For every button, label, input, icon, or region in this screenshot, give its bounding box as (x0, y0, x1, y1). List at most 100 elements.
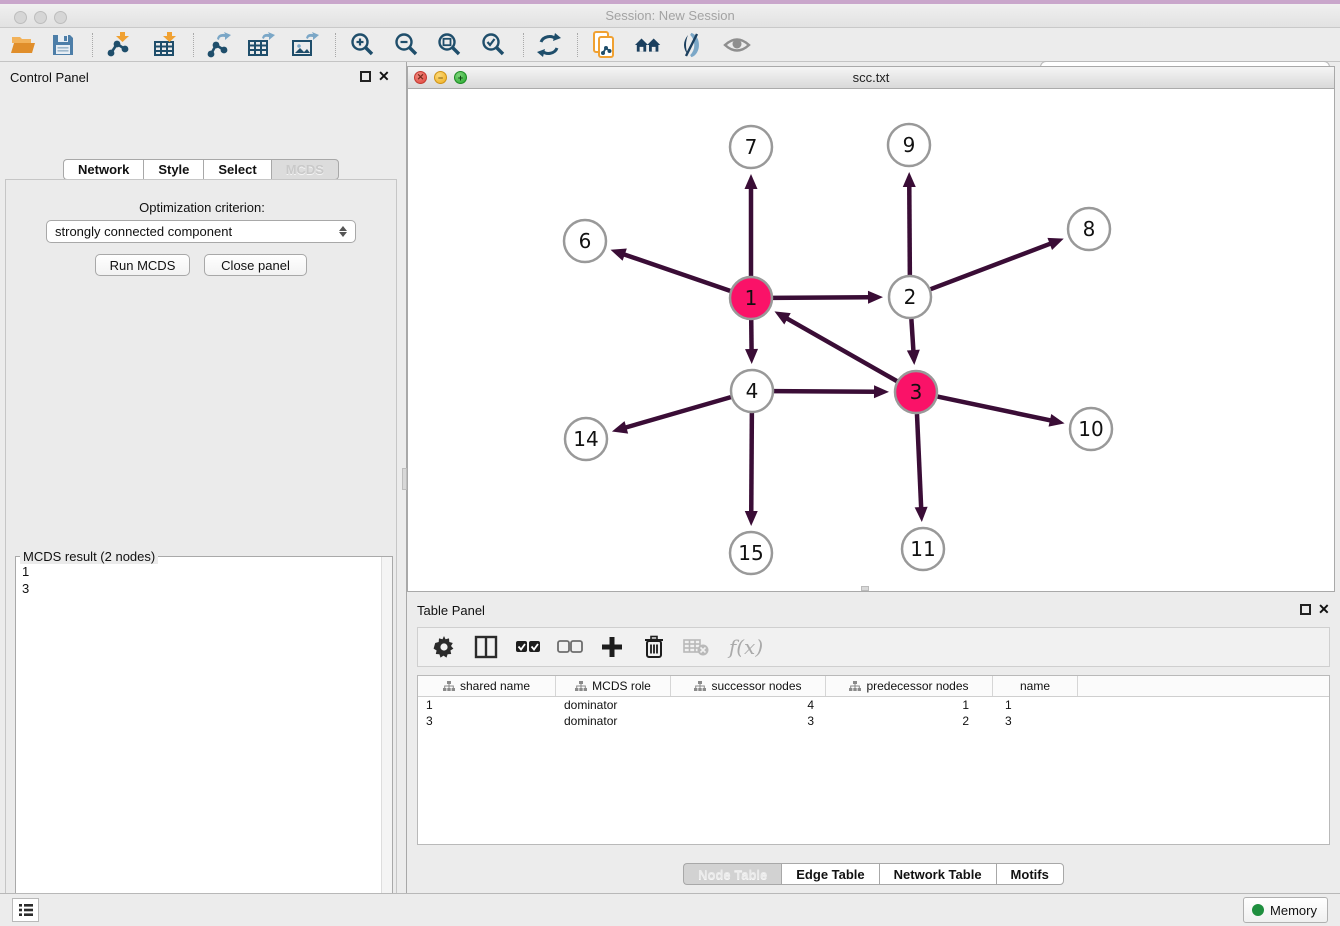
network-window-title: scc.txt (408, 70, 1334, 85)
zoom-in-icon[interactable] (347, 31, 377, 59)
graph-node-label-8: 8 (1083, 217, 1096, 241)
export-image-icon[interactable] (290, 31, 320, 59)
table-cell[interactable]: dominator (556, 713, 671, 729)
tab-style[interactable]: Style (143, 159, 203, 180)
houses-icon[interactable] (634, 31, 664, 59)
column-panel-icon[interactable] (472, 633, 500, 661)
table-cell[interactable]: 4 (671, 697, 826, 713)
float-panel-icon[interactable] (360, 71, 371, 82)
edge-1-6[interactable] (623, 254, 730, 291)
table-cell[interactable]: 3 (671, 713, 826, 729)
hierarchy-icon (443, 681, 455, 692)
edge-3-11[interactable] (917, 414, 921, 509)
graph-node-label-7: 7 (745, 135, 758, 159)
memory-button[interactable]: Memory (1243, 897, 1328, 923)
column-header-shared-name[interactable]: shared name (418, 676, 556, 696)
mcds-result-scrollbar[interactable] (381, 557, 392, 926)
save-session-icon[interactable] (48, 31, 78, 59)
table-row[interactable]: 3dominator323 (418, 713, 1329, 729)
table-cell[interactable]: 1 (826, 697, 993, 713)
graph-node-label-10: 10 (1078, 417, 1103, 441)
criterion-dropdown[interactable]: strongly connected component (46, 220, 356, 243)
edge-3-1[interactable] (786, 318, 897, 381)
graph-node-label-6: 6 (579, 229, 592, 253)
function-builder-icon[interactable]: f(x) (724, 633, 768, 661)
select-all-icon[interactable] (514, 633, 542, 661)
network-canvas[interactable]: 7968124314101511 (408, 89, 1334, 591)
toolbar-separator (577, 33, 578, 57)
import-table-icon[interactable] (150, 31, 180, 59)
network-window-titlebar[interactable]: ✕ − + scc.txt (408, 67, 1334, 89)
node-table: shared nameMCDS role successor nodes prede… (417, 675, 1330, 845)
export-table-icon[interactable] (246, 31, 276, 59)
column-header-label: predecessor nodes (866, 679, 968, 693)
table-panel: Table Panel ✕ (407, 595, 1340, 893)
float-table-panel-icon[interactable] (1300, 604, 1311, 615)
edge-4-14[interactable] (624, 397, 730, 428)
zoom-fit-icon[interactable] (434, 31, 464, 59)
tab-mcds[interactable]: MCDS (271, 159, 339, 180)
tab-network[interactable]: Network (63, 159, 143, 180)
edge-2-8[interactable] (931, 243, 1052, 289)
tab-select[interactable]: Select (203, 159, 270, 180)
zoom-out-icon[interactable] (391, 31, 421, 59)
add-column-icon[interactable] (598, 633, 626, 661)
arrowhead-4-3 (874, 385, 889, 398)
edge-3-10[interactable] (938, 397, 1052, 421)
delete-column-icon[interactable] (640, 633, 668, 661)
tab-motifs[interactable]: Motifs (996, 863, 1064, 885)
column-header-MCDS-role[interactable]: MCDS role (556, 676, 671, 696)
refresh-layout-icon[interactable] (534, 31, 564, 59)
table-cell[interactable]: 1 (418, 697, 556, 713)
duplicate-network-icon[interactable] (590, 31, 620, 59)
toolbar-separator (92, 33, 93, 57)
edge-1-2[interactable] (773, 297, 870, 298)
horizontal-splitter-handle[interactable] (861, 586, 869, 591)
export-network-icon[interactable] (203, 31, 233, 59)
graph-node-label-3: 3 (910, 380, 923, 404)
toggle-visibility-icon[interactable] (677, 31, 707, 59)
edge-2-9[interactable] (909, 185, 910, 275)
column-header-name[interactable]: name (993, 676, 1078, 696)
close-panel-icon[interactable]: ✕ (378, 68, 390, 84)
tab-node-table[interactable]: Node Table (683, 863, 781, 885)
delete-table-icon[interactable] (682, 633, 710, 661)
table-body: 1dominator4113dominator323 (418, 697, 1329, 729)
close-table-panel-icon[interactable]: ✕ (1318, 601, 1330, 617)
table-cell[interactable]: 2 (826, 713, 993, 729)
edge-4-3[interactable] (774, 391, 876, 392)
table-cell[interactable]: dominator (556, 697, 671, 713)
close-panel-button[interactable]: Close panel (204, 254, 307, 276)
deselect-all-icon[interactable] (556, 633, 584, 661)
open-file-icon[interactable] (8, 31, 38, 59)
table-cell[interactable]: 1 (993, 697, 1078, 713)
task-history-icon[interactable] (12, 898, 39, 922)
column-header-predecessor-nodes[interactable]: predecessor nodes (826, 676, 993, 696)
main-toolbar (0, 28, 1340, 62)
table-cell[interactable]: 3 (418, 713, 556, 729)
edge-2-3[interactable] (911, 319, 913, 352)
column-header-label: successor nodes (711, 679, 801, 693)
fx-label: f(x) (729, 635, 763, 659)
mcds-result-title: MCDS result (2 nodes) (20, 549, 158, 564)
tab-network-table[interactable]: Network Table (879, 863, 996, 885)
zoom-selected-icon[interactable] (478, 31, 508, 59)
mcds-result-box: MCDS result (2 nodes) 1 3 (15, 556, 393, 926)
run-mcds-button[interactable]: Run MCDS (95, 254, 190, 276)
network-graph[interactable]: 7968124314101511 (408, 89, 1334, 591)
table-cell[interactable]: 3 (993, 713, 1078, 729)
arrowhead-3-11 (915, 507, 928, 522)
settings-gear-icon[interactable] (430, 633, 458, 661)
window-title: Session: New Session (0, 8, 1340, 23)
column-header-successor-nodes[interactable]: successor nodes (671, 676, 826, 696)
import-network-icon[interactable] (103, 31, 133, 59)
chevron-up-down-icon (339, 226, 347, 237)
hierarchy-icon (849, 681, 861, 692)
table-row[interactable]: 1dominator411 (418, 697, 1329, 713)
criterion-dropdown-value: strongly connected component (55, 224, 339, 239)
eye-icon[interactable] (722, 31, 752, 59)
edge-4-15[interactable] (751, 413, 752, 513)
mcds-result-text[interactable]: 1 3 (17, 563, 380, 926)
arrowhead-1-7 (745, 174, 758, 189)
tab-edge-table[interactable]: Edge Table (781, 863, 878, 885)
